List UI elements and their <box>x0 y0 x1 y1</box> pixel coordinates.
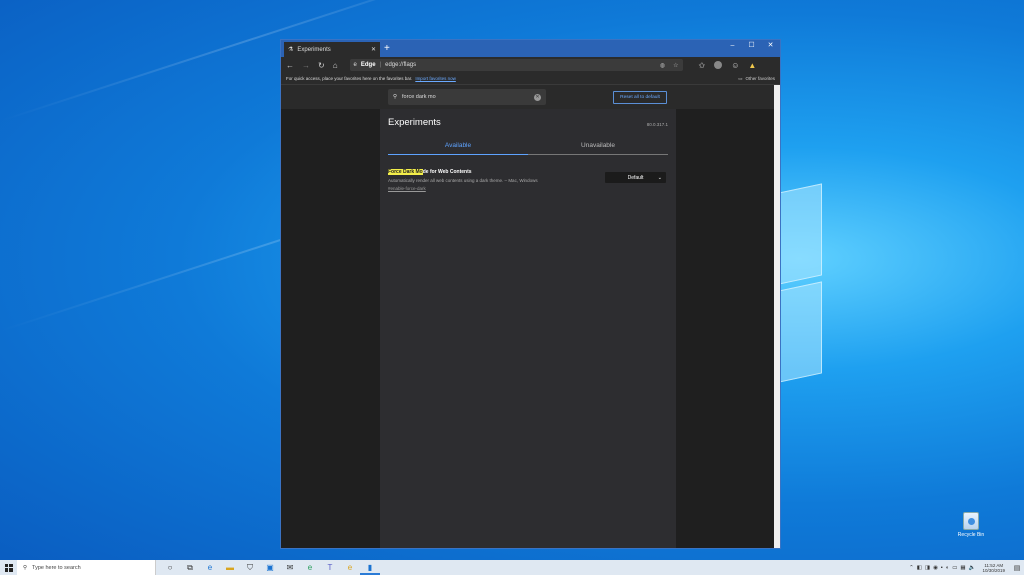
warning-icon[interactable]: ▲ <box>748 61 756 70</box>
edge-beta-icon[interactable]: e <box>340 560 360 575</box>
reset-all-button[interactable]: Reset all to default <box>613 91 667 104</box>
browser-toolbar: ← → ↻ ⌂ e Edge | edge://flags ◍ ☆ ✩ ☺ ▲ <box>281 57 780 73</box>
search-value: force dark mo <box>402 94 436 100</box>
windows-icon <box>4 563 13 572</box>
flag-name-highlight: Force Dark Mo <box>388 169 423 175</box>
clock-time: 11:52 AM <box>984 562 1004 568</box>
close-tab-icon[interactable]: ✕ <box>371 46 376 53</box>
toolbar-right: ✩ ☺ ▲ <box>699 61 757 70</box>
show-hidden-icons-icon[interactable]: ⌃ <box>909 565 914 571</box>
edge-canary-icon[interactable]: ▮ <box>360 560 380 575</box>
other-favorites-label: Other favorites <box>745 76 775 81</box>
clock[interactable]: 11:52 AM 10/30/2019 <box>982 563 1005 573</box>
flag-state-select[interactable]: Default ⌄ <box>605 172 666 183</box>
mail-icon[interactable]: ✉ <box>280 560 300 575</box>
flags-header: ⚲ force dark mo ✕ Reset all to default <box>281 85 774 109</box>
edge-icon[interactable]: e <box>200 560 220 575</box>
minimize-button[interactable]: – <box>723 40 742 54</box>
flags-page: ⚲ force dark mo ✕ Reset all to default E… <box>281 85 774 548</box>
scrollbar[interactable] <box>774 85 780 548</box>
flag-item: Force Dark Mode for Web Contents Automat… <box>388 169 668 191</box>
extension-icon[interactable]: ◍ <box>660 62 665 69</box>
version-label: 80.0.317.1 <box>646 122 668 127</box>
clock-date: 10/30/2019 <box>982 567 1005 573</box>
experiments-panel: Experiments 80.0.317.1 Available Unavail… <box>380 109 676 548</box>
battery-icon[interactable]: ▭ <box>952 565 957 571</box>
favorites-bar: For quick access, place your favorites h… <box>281 73 780 85</box>
favorites-bar-message: For quick access, place your favorites h… <box>286 76 413 81</box>
address-site-label: Edge <box>360 62 376 68</box>
flask-icon: ⚗ <box>288 47 294 53</box>
tab-unavailable[interactable]: Unavailable <box>528 138 668 154</box>
tray-app-icon[interactable]: ◉ <box>933 565 938 571</box>
edge-dev-icon[interactable]: e <box>300 560 320 575</box>
flags-tabs: Available Unavailable <box>388 138 668 155</box>
taskbar-search[interactable]: ⚲ Type here to search <box>17 560 156 575</box>
start-button[interactable] <box>0 560 17 575</box>
recycle-bin-label: Recycle Bin <box>957 532 985 538</box>
home-icon[interactable]: ⌂ <box>333 61 338 70</box>
favorites-icon[interactable]: ✩ <box>699 61 706 70</box>
clear-search-icon[interactable]: ✕ <box>534 93 541 101</box>
emoji-icon[interactable]: ☺ <box>731 61 739 70</box>
tray-app-icon[interactable]: ◐ <box>946 565 949 571</box>
tab-title: Experiments <box>297 46 331 53</box>
network-icon[interactable]: ▦ <box>960 565 965 571</box>
address-bar[interactable]: e Edge | edge://flags ◍ ☆ <box>349 59 683 71</box>
favorite-star-icon[interactable]: ☆ <box>673 62 678 69</box>
chevron-down-icon: ⌄ <box>657 174 662 181</box>
page-title: Experiments <box>388 117 441 128</box>
search-input[interactable]: ⚲ force dark mo ✕ <box>388 89 546 105</box>
tab-bar: ⚗ Experiments ✕ + – ☐ ✕ <box>281 40 780 57</box>
store-icon[interactable]: ⛉ <box>240 560 260 575</box>
new-tab-button[interactable]: + <box>384 42 390 57</box>
refresh-icon[interactable]: ↻ <box>318 61 325 70</box>
close-window-button[interactable]: ✕ <box>761 40 780 54</box>
address-url[interactable]: edge://flags <box>385 62 416 68</box>
folder-icon: ▭ <box>738 75 743 81</box>
tab-experiments[interactable]: ⚗ Experiments ✕ <box>284 42 380 57</box>
forward-icon[interactable]: → <box>302 61 310 70</box>
teams-icon[interactable]: T <box>320 560 340 575</box>
notification-center-icon[interactable]: ▤ <box>1012 560 1022 575</box>
tray-app-icon[interactable]: ▪ <box>941 565 943 571</box>
maximize-button[interactable]: ☐ <box>742 40 761 54</box>
volume-icon[interactable]: 🔈 <box>969 565 976 571</box>
flag-name-rest: de for Web Contents <box>422 169 472 175</box>
tray-app-icon[interactable]: ◧ <box>917 565 922 571</box>
search-icon: ⚲ <box>23 564 28 571</box>
flag-link[interactable]: #enable-force-dark <box>388 186 668 191</box>
window-controls: – ☐ ✕ <box>723 40 780 54</box>
other-favorites[interactable]: ▭ Other favorites <box>738 76 775 82</box>
address-actions: ◍ ☆ <box>660 62 679 69</box>
taskbar-search-placeholder: Type here to search <box>32 564 81 571</box>
back-icon[interactable]: ← <box>286 61 294 70</box>
search-icon: ⚲ <box>393 94 398 100</box>
taskbar-apps: ○ ⧉ e ▬ ⛉ ▣ ✉ e T e ▮ <box>160 560 380 575</box>
address-separator: | <box>379 62 382 68</box>
taskbar: ⚲ Type here to search ○ ⧉ e ▬ ⛉ ▣ ✉ e T … <box>0 560 1024 575</box>
edge-logo-icon: e <box>353 62 357 68</box>
app-icon[interactable]: ▣ <box>260 560 280 575</box>
file-explorer-icon[interactable]: ▬ <box>220 560 240 575</box>
task-view-icon[interactable]: ⧉ <box>180 560 200 575</box>
recycle-bin-icon <box>963 512 979 530</box>
flag-state-value: Default <box>627 174 644 181</box>
system-tray: ⌃ ◧ ◨ ◉ ▪ ◐ ▭ ▦ 🔈 11:52 AM 10/30/2019 ▤ <box>909 560 1024 575</box>
recycle-bin[interactable]: Recycle Bin <box>954 512 988 538</box>
cortana-icon[interactable]: ○ <box>160 560 180 575</box>
profile-avatar[interactable] <box>714 61 723 69</box>
tab-available[interactable]: Available <box>388 138 528 155</box>
browser-window: ⚗ Experiments ✕ + – ☐ ✕ ← → ↻ ⌂ e Edge |… <box>280 39 781 549</box>
import-favorites-link[interactable]: Import favorites now <box>415 76 456 81</box>
tray-app-icon[interactable]: ◨ <box>925 565 930 571</box>
